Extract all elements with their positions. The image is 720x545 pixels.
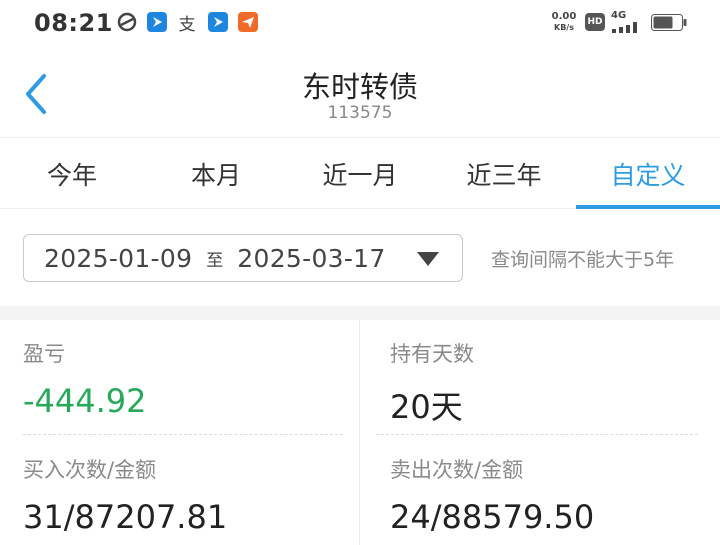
dropdown-triangle-icon bbox=[417, 252, 439, 266]
alipay-icon: 支 bbox=[178, 14, 196, 35]
tab-this-year[interactable]: 今年 bbox=[0, 139, 144, 208]
status-time: 08:21 bbox=[34, 9, 113, 37]
start-date: 2025-01-09 bbox=[44, 243, 193, 273]
tab-last-month[interactable]: 近一月 bbox=[288, 139, 432, 208]
network-speed: 0.00 KB/s bbox=[548, 11, 580, 33]
hd-badge: HD bbox=[585, 13, 605, 31]
network-speed-value: 0.00 bbox=[551, 11, 577, 22]
end-date: 2025-03-17 bbox=[237, 243, 386, 273]
stats-horizontal-divider-left bbox=[23, 434, 343, 435]
status-bar: 08:21 支 0.00 KB/s HD 4G bbox=[0, 0, 720, 48]
profit-label: 盈亏 bbox=[23, 342, 65, 366]
app-header: 东时转债 113575 bbox=[0, 48, 720, 138]
hold-days-stat: 持有天数 20天 bbox=[390, 338, 474, 428]
date-range-hint: 查询间隔不能大于5年 bbox=[491, 249, 675, 271]
period-tabs: 今年 本月 近一月 近三年 自定义 bbox=[0, 139, 720, 209]
hold-days-value: 20天 bbox=[390, 388, 463, 426]
section-divider bbox=[0, 306, 720, 320]
page-title: 东时转债 bbox=[301, 70, 418, 104]
battery-icon bbox=[651, 14, 687, 31]
network-speed-unit: KB/s bbox=[554, 23, 574, 32]
buy-label: 买入次数/金额 bbox=[23, 458, 157, 482]
hold-days-label: 持有天数 bbox=[390, 342, 474, 366]
bond-code: 113575 bbox=[327, 103, 393, 123]
swirl-app-icon bbox=[117, 12, 137, 32]
stats-grid: 盈亏 -444.92 持有天数 20天 买入次数/金额 31/87207.81 … bbox=[0, 320, 720, 545]
stats-vertical-divider bbox=[359, 320, 360, 545]
date-separator: 至 bbox=[206, 250, 224, 271]
tab-this-month[interactable]: 本月 bbox=[144, 139, 288, 208]
tab-custom[interactable]: 自定义 bbox=[576, 139, 720, 209]
signal-icon: 4G bbox=[611, 11, 643, 33]
sell-value: 24/88579.50 bbox=[390, 498, 595, 536]
sell-label: 卖出次数/金额 bbox=[390, 458, 524, 482]
buy-value: 31/87207.81 bbox=[23, 498, 228, 536]
stats-horizontal-divider-right bbox=[376, 434, 698, 435]
blue-arrow-app-icon bbox=[208, 12, 228, 32]
date-range-section: 2025-01-09 至 2025-03-17 查询间隔不能大于5年 bbox=[0, 210, 720, 306]
sell-stat: 卖出次数/金额 24/88579.50 bbox=[390, 454, 594, 536]
blue-arrow-app-icon bbox=[147, 12, 167, 32]
date-range-picker[interactable]: 2025-01-09 至 2025-03-17 bbox=[23, 234, 463, 282]
tab-last-three-years[interactable]: 近三年 bbox=[432, 139, 576, 208]
network-type-label: 4G bbox=[611, 10, 627, 21]
buy-stat: 买入次数/金额 31/87207.81 bbox=[23, 454, 227, 536]
profit-stat: 盈亏 -444.92 bbox=[23, 338, 147, 420]
profit-value: -444.92 bbox=[23, 382, 147, 420]
orange-plane-app-icon bbox=[238, 12, 258, 32]
